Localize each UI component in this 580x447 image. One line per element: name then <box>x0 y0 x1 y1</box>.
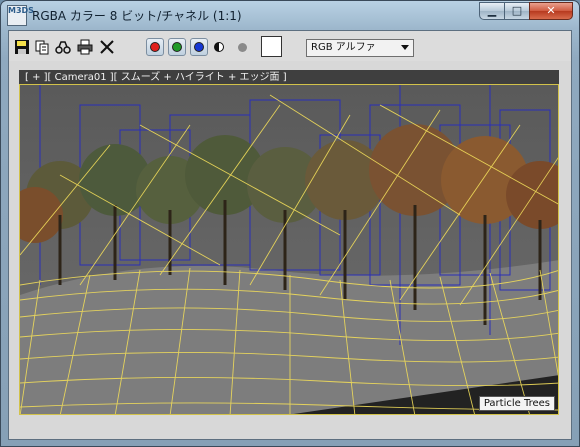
red-channel-dot <box>150 42 160 52</box>
minimize-button[interactable]: ▁ <box>479 2 505 20</box>
copy-icon[interactable] <box>34 39 50 55</box>
clear-icon[interactable] <box>99 39 115 55</box>
green-channel-dot <box>172 42 182 52</box>
window-title: RGBA カラー 8 ビット/チャネル (1:1) <box>32 9 242 23</box>
blue-channel-dot <box>194 42 204 52</box>
display-mode-value: RGB アルファ <box>311 42 376 53</box>
render-frame-window: M3DS RGBA カラー 8 ビット/チャネル (1:1) ▁ □ ✕ RGB… <box>0 0 580 447</box>
render-viewport[interactable]: Particle Trees <box>19 84 559 415</box>
alpha-channel-icon[interactable] <box>238 43 247 52</box>
render-image <box>20 85 558 414</box>
green-channel-button[interactable] <box>168 38 186 56</box>
color-swatch[interactable] <box>261 36 282 57</box>
red-channel-button[interactable] <box>146 38 164 56</box>
monochrome-icon[interactable] <box>214 42 224 52</box>
app-icon: M3DS <box>7 5 34 26</box>
print-icon[interactable] <box>77 39 93 55</box>
blue-channel-button[interactable] <box>190 38 208 56</box>
window-client-area: RGB アルファ [ + ][ Camera01 ][ スムーズ + ハイライト… <box>8 30 572 440</box>
display-mode-dropdown[interactable]: RGB アルファ <box>306 39 414 57</box>
close-button[interactable]: ✕ <box>529 2 573 20</box>
title-bar[interactable]: M3DS RGBA カラー 8 ビット/チャネル (1:1) ▁ □ ✕ <box>1 1 579 28</box>
toolbar: RGB アルファ <box>9 31 571 61</box>
save-icon[interactable] <box>14 39 30 55</box>
maximize-button[interactable]: □ <box>504 2 530 20</box>
clone-icon[interactable] <box>55 39 71 55</box>
chevron-down-icon <box>401 45 409 50</box>
object-label: Particle Trees <box>478 396 555 411</box>
